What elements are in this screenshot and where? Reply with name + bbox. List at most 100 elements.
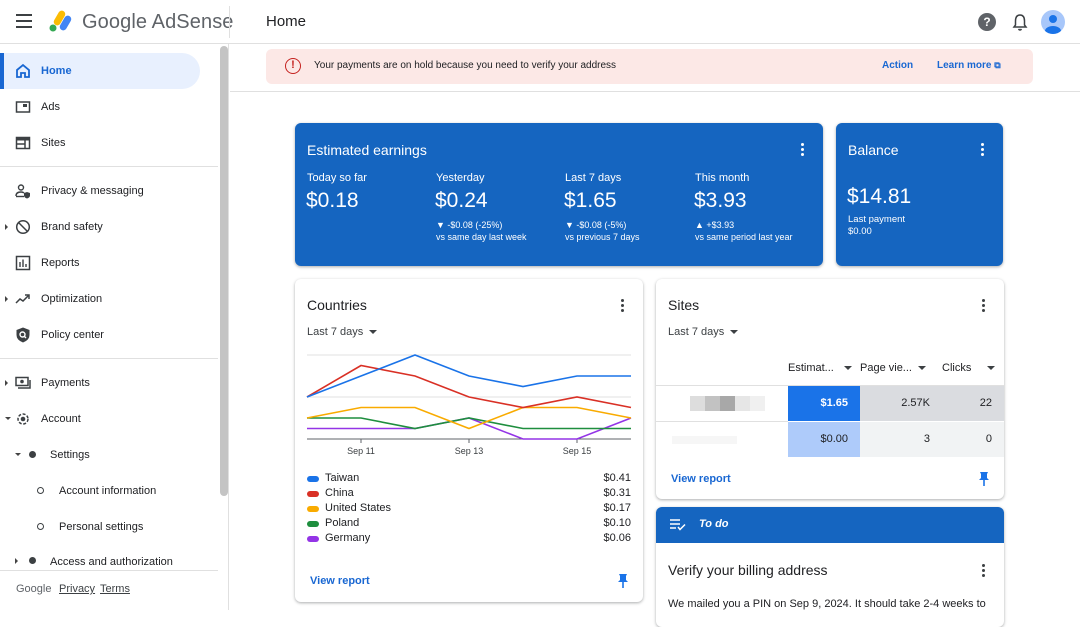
- sidebar-scrollbar[interactable]: [220, 46, 228, 496]
- series-line-taiwan[interactable]: [306, 354, 631, 398]
- privacy-link[interactable]: Privacy: [59, 583, 95, 595]
- pin-icon[interactable]: [617, 573, 629, 589]
- metric-label: Today so far: [307, 172, 367, 184]
- alert-message: Your payments are on hold because you ne…: [314, 60, 617, 71]
- dropdown-caret-icon: [730, 330, 739, 335]
- legend-item: Germany $0.06: [307, 532, 631, 547]
- view-report-link[interactable]: View report: [310, 575, 370, 587]
- policy-icon: [16, 327, 30, 343]
- sidebar-item-brand-safety[interactable]: Brand safety: [0, 209, 200, 245]
- adsense-logo-icon: [49, 10, 72, 32]
- more-options-icon[interactable]: [621, 299, 625, 313]
- series-line-china[interactable]: [306, 364, 632, 409]
- cell-earnings: $0.00: [788, 422, 860, 457]
- more-options-icon[interactable]: [982, 299, 986, 313]
- legend-swatch: [307, 476, 319, 482]
- external-link-icon: ⧉: [994, 60, 1001, 70]
- terms-link[interactable]: Terms: [100, 583, 130, 595]
- collapse-caret-icon[interactable]: [15, 453, 21, 456]
- block-icon: [15, 219, 31, 235]
- settings-gear-icon: [17, 413, 29, 425]
- metric-delta: ▼ -$0.08 (-25%) vs same day last week: [436, 220, 527, 242]
- metric-delta: ▼ -$0.08 (-5%) vs previous 7 days: [565, 220, 640, 242]
- checklist-icon: [670, 519, 686, 531]
- alert-action-button[interactable]: Action: [882, 60, 913, 71]
- balance-card: Balance $14.81 Last payment $0.00: [836, 123, 1003, 266]
- legend-swatch: [307, 491, 319, 497]
- app-name[interactable]: Google AdSense: [82, 11, 234, 34]
- date-range-dropdown[interactable]: Last 7 days: [668, 326, 739, 338]
- column-header-clicks[interactable]: Clicks: [942, 362, 996, 374]
- expand-caret-icon[interactable]: [5, 380, 8, 386]
- metric-label: This month: [695, 172, 750, 184]
- balance-value: $14.81: [847, 185, 912, 208]
- legend-country-name: China: [325, 487, 354, 499]
- error-icon: !: [285, 58, 301, 74]
- expand-caret-icon[interactable]: [15, 558, 18, 564]
- countries-line-chart: Sep 11 Sep 13 Sep 15: [306, 354, 632, 456]
- sidebar-item-home[interactable]: Home: [0, 53, 200, 89]
- alert-bar: ! Your payments are on hold because you …: [230, 44, 1080, 92]
- menu-icon[interactable]: [16, 14, 32, 28]
- expand-caret-icon[interactable]: [5, 296, 8, 302]
- date-range-dropdown[interactable]: Last 7 days: [307, 326, 378, 338]
- privacy-icon: [15, 184, 30, 199]
- metric-label: Yesterday: [436, 172, 485, 184]
- reports-icon: [15, 255, 31, 271]
- card-title: Estimated earnings: [307, 142, 427, 158]
- metric-value: $0.24: [435, 189, 488, 212]
- sidebar-item-optimization[interactable]: Optimization: [0, 281, 200, 317]
- sites-icon: [15, 136, 31, 150]
- legend-swatch: [307, 521, 319, 527]
- more-options-icon[interactable]: [982, 564, 986, 578]
- sidebar-item-privacy-messaging[interactable]: Privacy & messaging: [0, 173, 200, 209]
- cell-page-views: 3: [860, 422, 942, 457]
- legend-item: Poland $0.10: [307, 517, 631, 532]
- main-content: ! Your payments are on hold because you …: [230, 44, 1080, 627]
- sidebar-item-settings[interactable]: Settings: [0, 437, 200, 473]
- series-line-poland[interactable]: [307, 417, 631, 430]
- sidebar-item-payments[interactable]: Payments: [0, 365, 200, 401]
- todo-title: Verify your billing address: [668, 562, 828, 578]
- expand-caret-icon[interactable]: [5, 224, 8, 230]
- todo-header-label: To do: [699, 518, 729, 530]
- notifications-icon[interactable]: [1012, 12, 1028, 32]
- table-divider: [656, 421, 788, 422]
- legend-country-name: United States: [325, 502, 392, 514]
- column-header-estimated-earnings[interactable]: Estimat...: [788, 362, 852, 374]
- sidebar-item-sites[interactable]: Sites: [0, 125, 200, 161]
- x-tick-label: Sep 15: [563, 446, 592, 456]
- collapse-caret-icon[interactable]: [5, 417, 11, 420]
- legend-item: United States $0.17: [307, 502, 631, 517]
- sidebar-item-personal-settings[interactable]: Personal settings: [0, 509, 200, 545]
- cell-earnings: $1.65: [788, 386, 860, 421]
- learn-more-link[interactable]: Learn more ⧉: [937, 60, 1001, 71]
- sidebar-item-reports[interactable]: Reports: [0, 245, 200, 281]
- metric-value: $3.93: [694, 189, 747, 212]
- metric-label: Last 7 days: [565, 172, 622, 184]
- help-icon[interactable]: ?: [978, 13, 996, 31]
- legend-value: $0.41: [603, 472, 631, 484]
- more-options-icon[interactable]: [801, 143, 805, 157]
- pin-icon[interactable]: [978, 471, 990, 487]
- sidebar-item-account-information[interactable]: Account information: [0, 473, 200, 509]
- view-report-link[interactable]: View report: [671, 473, 731, 485]
- legend-item: Taiwan $0.41: [307, 472, 631, 487]
- top-app-bar: Google AdSense Home ?: [0, 0, 1080, 44]
- sidebar-item-account[interactable]: Account: [0, 401, 200, 437]
- sidebar-item-ads[interactable]: Ads: [0, 89, 200, 125]
- sort-caret-icon: [917, 366, 926, 371]
- bullet-outline-icon: [37, 523, 44, 530]
- legend-value: $0.06: [603, 532, 631, 544]
- payments-icon: [15, 376, 31, 389]
- legend-country-name: Taiwan: [325, 472, 360, 484]
- account-avatar[interactable]: [1041, 10, 1065, 34]
- legend-swatch: [307, 506, 319, 512]
- legend-country-name: Poland: [325, 517, 360, 529]
- site-name-blurred: [690, 396, 765, 411]
- todo-header: To do: [656, 507, 1004, 543]
- column-header-page-views[interactable]: Page vie...: [860, 362, 926, 374]
- more-options-icon[interactable]: [981, 143, 985, 157]
- sidebar-item-policy-center[interactable]: Policy center: [0, 317, 200, 353]
- countries-card: Countries Last 7 days Sep 11 Sep 13 Sep 15…: [295, 279, 643, 602]
